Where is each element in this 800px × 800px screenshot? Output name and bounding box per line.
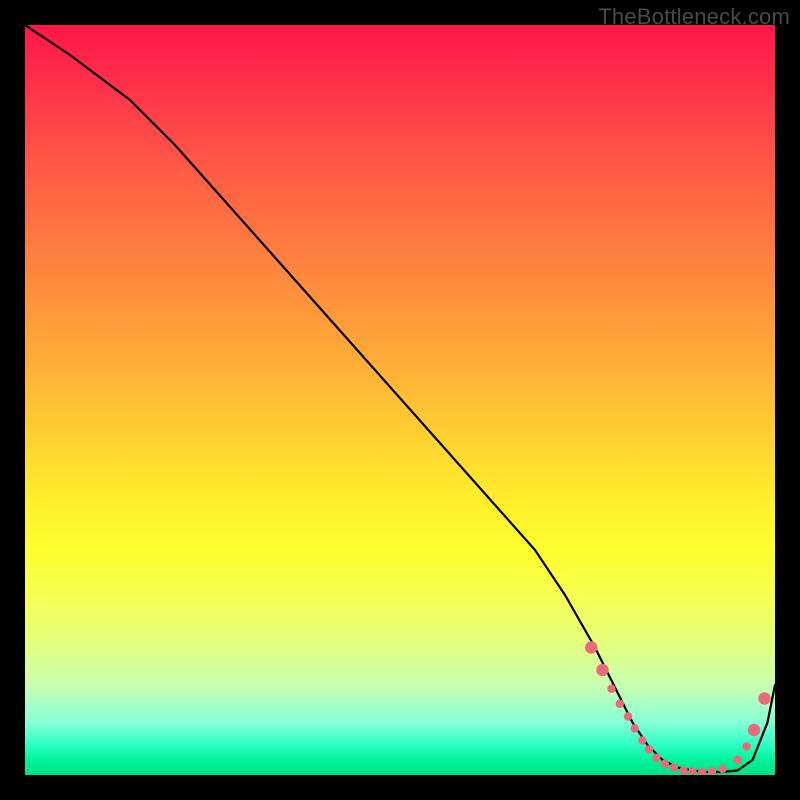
curve-dot	[596, 664, 608, 676]
curve-dot	[631, 724, 639, 732]
curve-dot	[758, 692, 770, 704]
chart-plot-area	[25, 25, 775, 775]
curve-dot	[670, 763, 678, 771]
curve-dot	[679, 766, 687, 774]
curve-dot	[733, 756, 741, 764]
curve-dot	[698, 768, 706, 775]
curve-dot	[661, 760, 669, 768]
curve-dots-group	[585, 641, 771, 775]
curve-dot	[638, 736, 646, 744]
curve-dot	[607, 685, 615, 693]
curve-dot	[616, 700, 624, 708]
curve-dot	[645, 745, 653, 753]
curve-dot	[624, 712, 632, 720]
curve-dot	[742, 742, 750, 750]
curve-line	[25, 25, 775, 772]
curve-dot	[748, 724, 760, 736]
curve-dot	[688, 767, 696, 775]
curve-dot	[585, 641, 597, 653]
curve-dot	[718, 765, 726, 773]
curve-dot	[708, 767, 716, 775]
chart-svg	[25, 25, 775, 775]
curve-dot	[652, 754, 660, 762]
